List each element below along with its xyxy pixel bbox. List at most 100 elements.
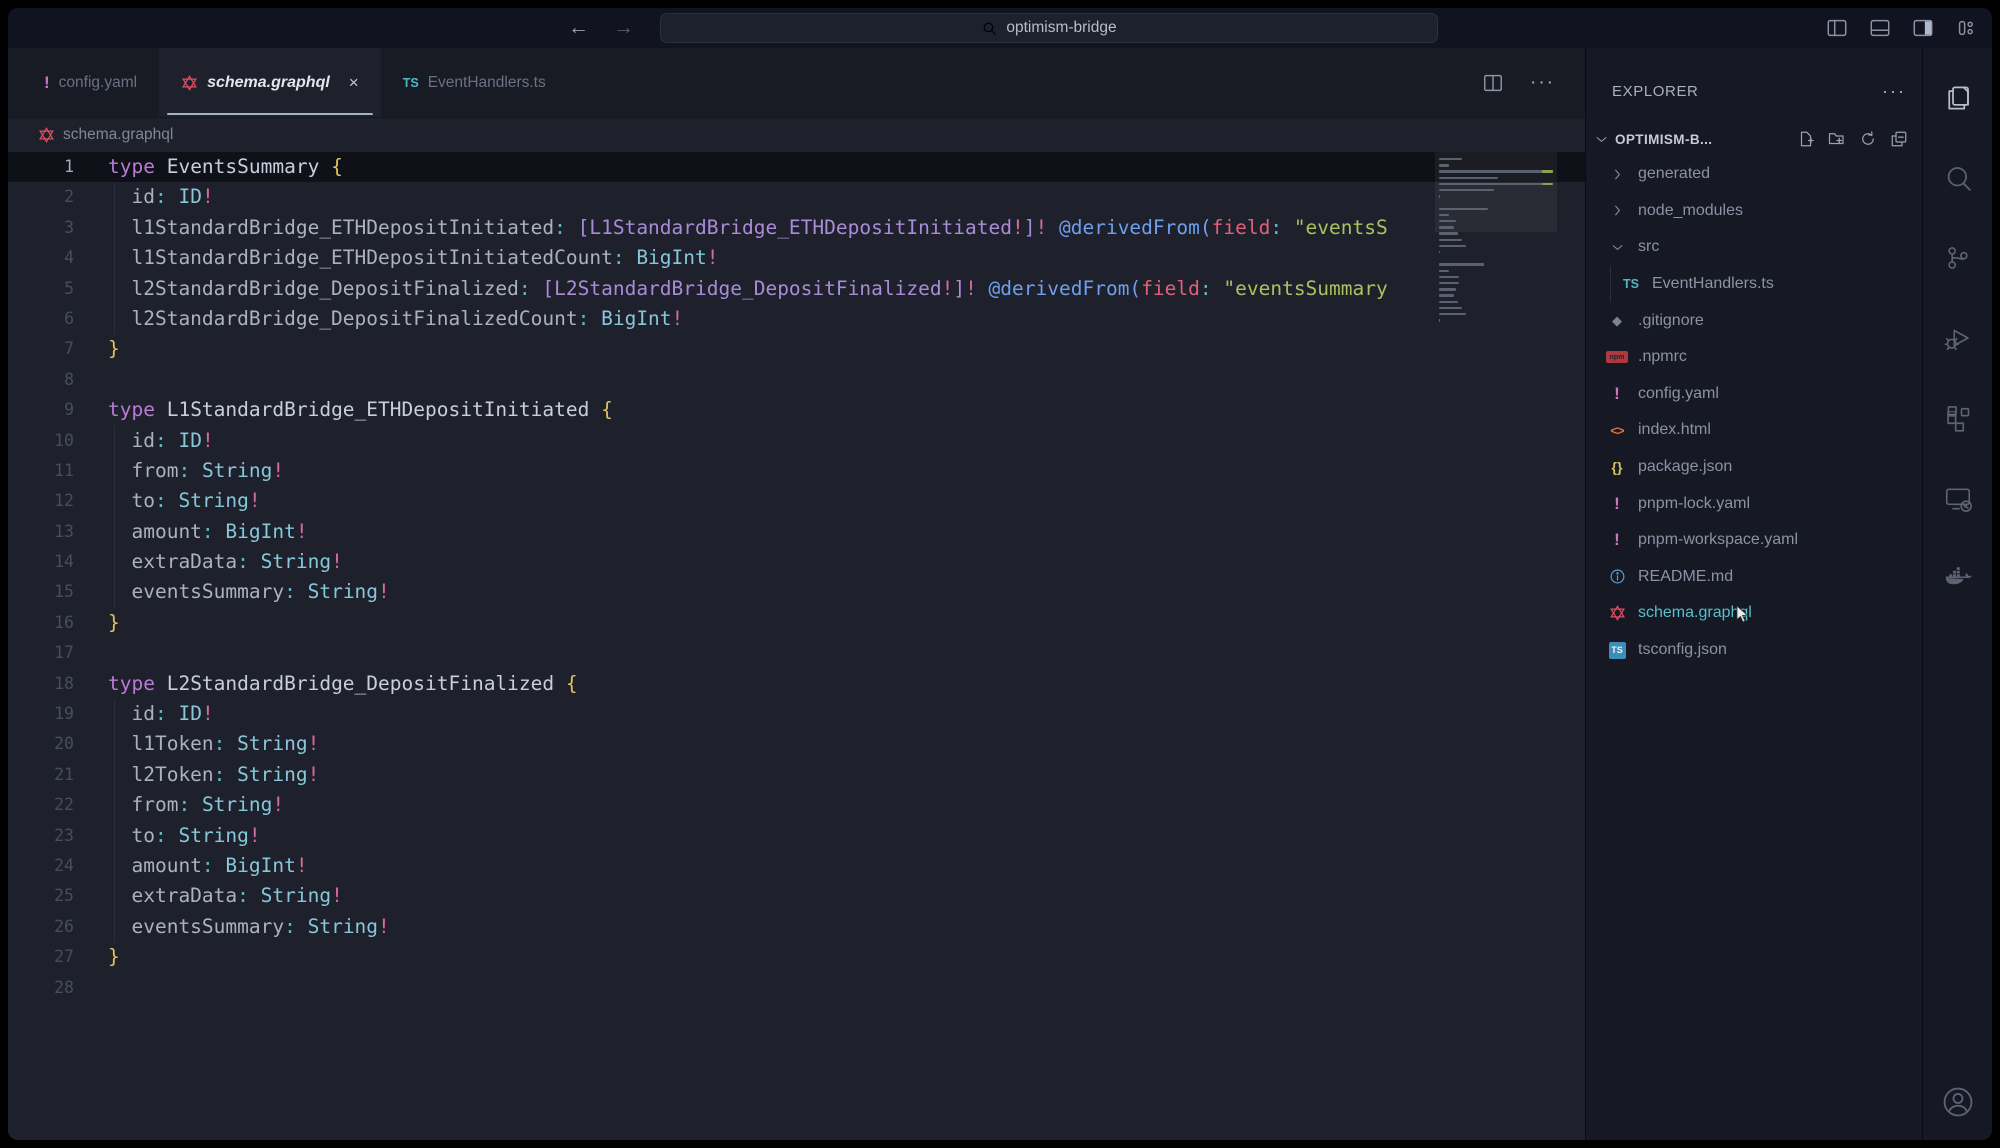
tab-schema.graphql[interactable]: schema.graphql× bbox=[159, 48, 381, 117]
workspace-name: OPTIMISM-B... bbox=[1615, 132, 1793, 147]
code-line: } bbox=[8, 942, 1435, 972]
tree-item-schema.graphql[interactable]: schema.graphql bbox=[1586, 595, 1922, 632]
line-number: 10 bbox=[8, 426, 86, 456]
minimap-line bbox=[1439, 263, 1484, 265]
tab-EventHandlers.ts[interactable]: TSEventHandlers.ts bbox=[381, 48, 568, 117]
code-line: id: ID! bbox=[8, 699, 1435, 729]
chevron-down-icon bbox=[1594, 132, 1609, 147]
code-line: from: String! bbox=[8, 790, 1435, 820]
tab-config.yaml[interactable]: !config.yaml bbox=[22, 48, 159, 117]
tree-item-pnpm-workspace.yaml[interactable]: !pnpm-workspace.yaml bbox=[1586, 522, 1922, 559]
code-line: amount: BigInt! bbox=[8, 851, 1435, 881]
workspace-section-header[interactable]: OPTIMISM-B... bbox=[1586, 124, 1922, 154]
line-number: 24 bbox=[8, 851, 86, 881]
tree-item-index.html[interactable]: <>index.html bbox=[1586, 412, 1922, 449]
tree-item-tsconfig.json[interactable]: TStsconfig.json bbox=[1586, 632, 1922, 669]
new-folder-icon[interactable] bbox=[1828, 130, 1846, 148]
tree-item-config.yaml[interactable]: ! config.yaml bbox=[1586, 376, 1922, 413]
line-number-gutter: 1234567891011121314151617181920212223242… bbox=[8, 152, 86, 1003]
yaml-icon: ! bbox=[44, 73, 50, 93]
close-icon[interactable]: × bbox=[349, 73, 359, 93]
minimap[interactable] bbox=[1435, 152, 1557, 572]
code-line: l2StandardBridge_DepositFinalizedCount: … bbox=[8, 304, 1435, 334]
editor-region: !config.yamlschema.graphql×TSEventHandle… bbox=[8, 48, 1585, 1140]
more-actions-icon[interactable]: ··· bbox=[1530, 72, 1555, 94]
activity-explorer-icon[interactable] bbox=[1936, 76, 1980, 120]
npm-icon: npm bbox=[1606, 351, 1628, 363]
new-file-icon[interactable] bbox=[1797, 130, 1815, 148]
collapse-all-icon[interactable] bbox=[1890, 130, 1908, 148]
tree-item-label: config.yaml bbox=[1638, 385, 1719, 403]
minimap-line bbox=[1439, 276, 1459, 278]
code-line: id: ID! bbox=[8, 182, 1435, 212]
tree-item-node_modules[interactable]: node_modules bbox=[1586, 193, 1922, 230]
chevron-right-icon bbox=[1606, 203, 1628, 218]
minimap-line bbox=[1439, 170, 1553, 172]
graphql-file-icon bbox=[38, 126, 55, 144]
mouse-cursor-icon bbox=[1734, 605, 1750, 623]
yaml-icon: ! bbox=[1606, 494, 1628, 514]
tree-item-pnpm-lock.yaml[interactable]: !pnpm-lock.yaml bbox=[1586, 485, 1922, 522]
layout-customize-icon[interactable] bbox=[1954, 16, 1978, 40]
file-tree: generated node_modulessrcTSEventHandlers.… bbox=[1586, 156, 1922, 668]
layout-sidebar-right-active-icon[interactable] bbox=[1911, 16, 1935, 40]
activity-docker-icon[interactable] bbox=[1936, 556, 1980, 600]
line-number: 6 bbox=[8, 304, 86, 334]
activity-source-control-icon[interactable] bbox=[1936, 236, 1980, 280]
html-icon: <> bbox=[1606, 423, 1628, 438]
code-line: l1StandardBridge_ETHDepositInitiated: [L… bbox=[8, 213, 1435, 243]
split-editor-icon[interactable] bbox=[1482, 72, 1504, 94]
explorer-more-actions-button[interactable]: ··· bbox=[1882, 81, 1906, 102]
tree-item-label: package.json bbox=[1638, 458, 1732, 476]
tree-item-generated[interactable]: generated bbox=[1586, 156, 1922, 193]
breadcrumb[interactable]: schema.graphql bbox=[8, 118, 1585, 152]
minimap-line bbox=[1439, 307, 1462, 309]
code-line: eventsSummary: String! bbox=[8, 577, 1435, 607]
activity-extensions-icon[interactable] bbox=[1936, 396, 1980, 440]
tree-item-label: .gitignore bbox=[1638, 312, 1704, 330]
tree-item-label: README.md bbox=[1638, 568, 1733, 586]
tree-item-label: node_modules bbox=[1638, 202, 1743, 220]
minimap-line bbox=[1439, 164, 1449, 166]
minimap-line bbox=[1439, 294, 1454, 296]
code-line bbox=[8, 365, 1435, 395]
code-line: eventsSummary: String! bbox=[8, 912, 1435, 942]
search-value: optimism-bridge bbox=[1006, 19, 1116, 37]
code-line: l1StandardBridge_ETHDepositInitiatedCoun… bbox=[8, 243, 1435, 273]
activity-account-icon[interactable] bbox=[1936, 1080, 1980, 1124]
tree-item-EventHandlers.ts[interactable]: TSEventHandlers.ts bbox=[1586, 266, 1922, 303]
tree-item-src[interactable]: src bbox=[1586, 229, 1922, 266]
code-line: amount: BigInt! bbox=[8, 517, 1435, 547]
code-line: type L1StandardBridge_ETHDepositInitiate… bbox=[8, 395, 1435, 425]
activity-remote-icon[interactable] bbox=[1936, 476, 1980, 520]
line-number: 1 bbox=[8, 152, 86, 182]
line-number: 13 bbox=[8, 517, 86, 547]
tree-item-.gitignore[interactable]: ◆.gitignore bbox=[1586, 302, 1922, 339]
activity-search-icon[interactable] bbox=[1936, 156, 1980, 200]
code-line: extraData: String! bbox=[8, 881, 1435, 911]
tree-item-package.json[interactable]: {}package.json bbox=[1586, 449, 1922, 486]
tree-item-label: pnpm-workspace.yaml bbox=[1638, 531, 1798, 549]
code-line: to: String! bbox=[8, 821, 1435, 851]
activity-run-debug-icon[interactable] bbox=[1936, 316, 1980, 360]
command-center-search[interactable]: optimism-bridge bbox=[660, 13, 1438, 43]
code-line: to: String! bbox=[8, 486, 1435, 516]
tree-item-.npmrc[interactable]: npm.npmrc bbox=[1586, 339, 1922, 376]
tree-item-README.md[interactable]: README.md bbox=[1586, 559, 1922, 596]
nav-forward-button[interactable]: → bbox=[613, 16, 634, 40]
minimap-line bbox=[1439, 313, 1466, 315]
code-line: } bbox=[8, 334, 1435, 364]
nav-back-button[interactable]: ← bbox=[568, 16, 589, 40]
line-number: 7 bbox=[8, 334, 86, 364]
layout-sidebar-left-icon[interactable] bbox=[1825, 16, 1849, 40]
yaml-icon: ! bbox=[1606, 384, 1628, 404]
refresh-icon[interactable] bbox=[1859, 130, 1877, 148]
minimap-line bbox=[1439, 214, 1449, 216]
search-icon bbox=[981, 20, 998, 37]
line-number: 26 bbox=[8, 912, 86, 942]
minimap-line bbox=[1439, 183, 1553, 185]
layout-panel-bottom-icon[interactable] bbox=[1868, 16, 1892, 40]
line-number: 2 bbox=[8, 182, 86, 212]
code-editor[interactable]: 1234567891011121314151617181920212223242… bbox=[8, 152, 1585, 1140]
line-number: 22 bbox=[8, 790, 86, 820]
